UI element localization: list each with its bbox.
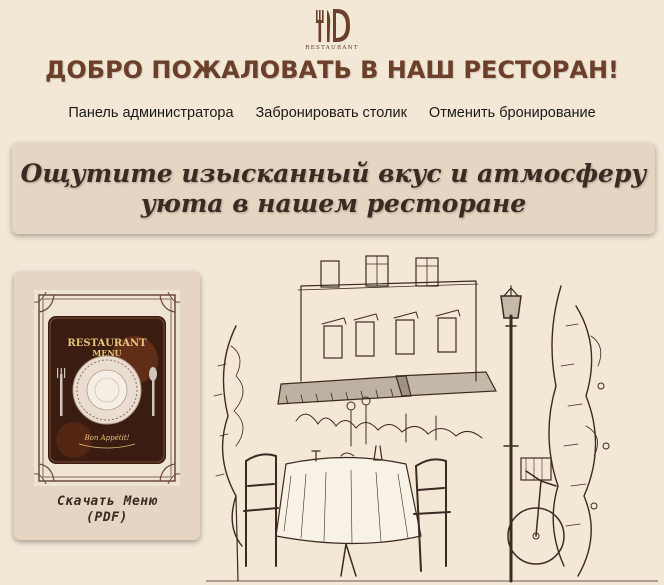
page-title: ДОБРО ПОЖАЛОВАТЬ В НАШ РЕСТОРАН! — [45, 56, 619, 84]
logo-text: RESTAURANT — [305, 45, 359, 51]
nav-book-table-link[interactable]: Забронировать столик — [256, 105, 407, 121]
banner-line-1: Ощутите изысканный вкус и атмосферу — [20, 158, 647, 188]
download-menu-label: Скачать Меню — [57, 494, 157, 509]
restaurant-logo-icon — [316, 9, 350, 42]
menu-card: RESTAURANT MENU Bon Appétit! Скачать Мен… — [14, 272, 200, 540]
menu-cover-caption: Bon Appétit! — [84, 434, 130, 442]
menu-cover-image[interactable]: RESTAURANT MENU Bon Appétit! — [34, 290, 180, 486]
banner-line-2: уюта в нашем ресторане — [140, 188, 527, 218]
banner-text: Ощутите изысканный вкус и атмосферу уюта… — [21, 159, 647, 219]
nav-cancel-booking-link[interactable]: Отменить бронирование — [429, 105, 596, 121]
menu-cover-title-line-2: MENU — [92, 348, 121, 358]
nav-admin-panel-link[interactable]: Панель администратора — [68, 105, 233, 121]
cafe-sketch-illustration — [206, 255, 658, 583]
restaurant-logo: RESTAURANT — [304, 4, 360, 54]
main-nav: Панель администратора Забронировать стол… — [0, 105, 664, 121]
download-menu-format: (PDF) — [86, 510, 128, 525]
hero-banner: Ощутите изысканный вкус и атмосферу уюта… — [12, 143, 655, 234]
download-menu-pdf-link[interactable]: Скачать Меню (PDF) — [14, 494, 200, 526]
